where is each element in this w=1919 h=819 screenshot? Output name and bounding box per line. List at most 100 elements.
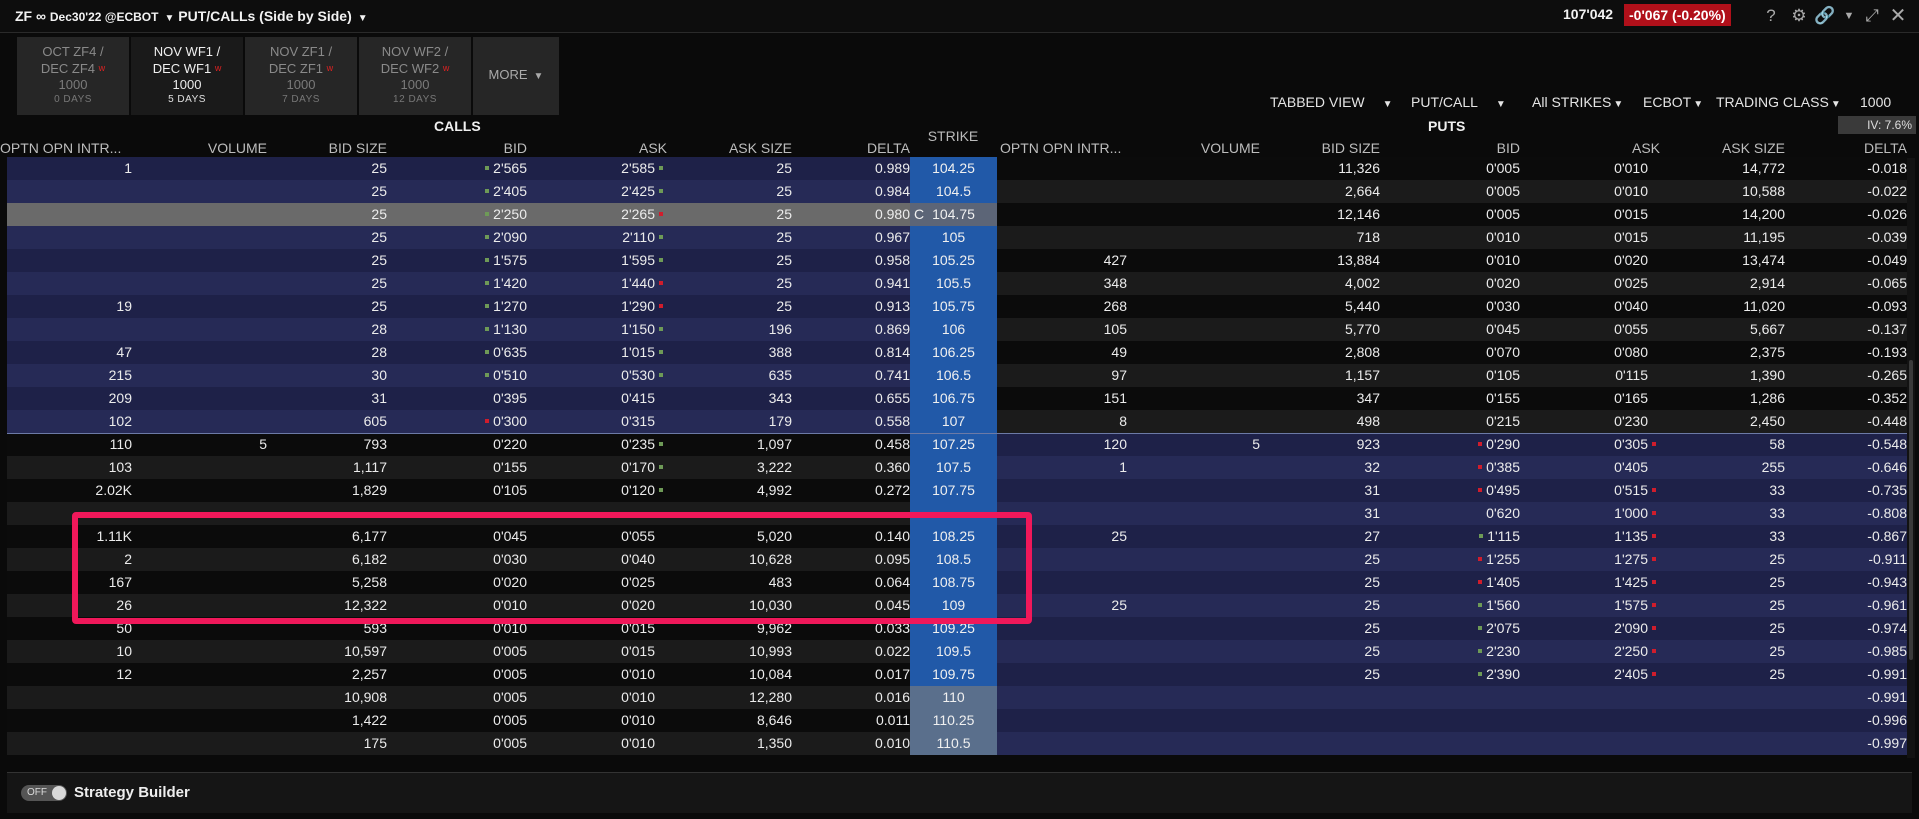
strike-cell[interactable]: 105 <box>910 226 997 249</box>
put-volume[interactable]: 5 <box>1120 433 1260 456</box>
put-open-interest[interactable]: 97 <box>1000 364 1127 387</box>
put-delta[interactable]: -0.039 <box>1800 226 1907 249</box>
put-ask-size[interactable]: 2,914 <box>1650 272 1785 295</box>
put-ask-size[interactable]: 25 <box>1650 617 1785 640</box>
table-row[interactable]: 102 605 0'300 0'315 179 0.558 8 498 0'215 0'230 2,… <box>7 410 1907 433</box>
call-delta[interactable]: 0.010 <box>807 732 910 755</box>
call-ask-size[interactable]: 3,222 <box>657 456 792 479</box>
strike-cell[interactable]: 106.5 <box>910 364 997 387</box>
call-delta[interactable]: 0.045 <box>807 594 910 617</box>
put-bid[interactable] <box>1380 732 1520 755</box>
put-ask-size[interactable]: 33 <box>1650 479 1785 502</box>
put-ask[interactable]: 0'020 <box>1520 249 1660 272</box>
put-ask[interactable]: 0'080 <box>1520 341 1660 364</box>
call-ask-size[interactable]: 10,030 <box>657 594 792 617</box>
call-ask-size[interactable]: 196 <box>657 318 792 341</box>
call-bid[interactable] <box>387 502 527 525</box>
table-row[interactable]: 19 25 1'270 1'290 25 0.913 268 5,440 0'030 0'040 1… <box>7 295 1907 318</box>
put-open-interest[interactable] <box>1000 617 1127 640</box>
table-row[interactable]: 10,908 0'005 0'010 12,280 0.016 -0.991 110 <box>7 686 1907 709</box>
put-ask[interactable]: 0'010 <box>1520 157 1660 180</box>
call-volume[interactable] <box>127 640 267 663</box>
call-bid[interactable]: 0'300 <box>387 410 527 433</box>
table-row[interactable]: 1 25 2'565 2'585 25 0.989 11,326 0'005 0'010 14,7… <box>7 157 1907 180</box>
contract-label[interactable]: Dec30'22 @ECBOT <box>50 10 159 24</box>
put-volume[interactable] <box>1120 686 1260 709</box>
call-volume[interactable] <box>127 203 267 226</box>
put-ask-size[interactable]: 11,195 <box>1650 226 1785 249</box>
call-volume[interactable] <box>127 548 267 571</box>
put-ask-size[interactable]: 58 <box>1650 433 1785 456</box>
put-ask-size[interactable]: 13,474 <box>1650 249 1785 272</box>
put-open-interest[interactable]: 151 <box>1000 387 1127 410</box>
call-bid-size[interactable]: 25 <box>257 249 387 272</box>
put-bid-size[interactable]: 27 <box>1250 525 1380 548</box>
call-ask[interactable]: 2'425 <box>527 180 667 203</box>
call-bid[interactable]: 1'575 <box>387 249 527 272</box>
put-bid-size[interactable]: 31 <box>1250 502 1380 525</box>
put-ask-size[interactable] <box>1650 686 1785 709</box>
call-bid[interactable]: 1'270 <box>387 295 527 318</box>
put-volume[interactable] <box>1120 318 1260 341</box>
put-ask[interactable] <box>1520 709 1660 732</box>
call-volume[interactable] <box>127 272 267 295</box>
call-ask[interactable]: 0'015 <box>527 640 667 663</box>
call-ask-size[interactable]: 25 <box>657 226 792 249</box>
call-bid[interactable]: 0'005 <box>387 686 527 709</box>
call-bid[interactable]: 0'010 <box>387 594 527 617</box>
call-ask[interactable]: 1'015 <box>527 341 667 364</box>
put-ask-size[interactable]: 2,375 <box>1650 341 1785 364</box>
put-bid[interactable]: 0'045 <box>1380 318 1520 341</box>
call-volume[interactable] <box>127 249 267 272</box>
call-bid[interactable]: 0'105 <box>387 479 527 502</box>
put-bid[interactable]: 1'255 <box>1380 548 1520 571</box>
call-bid-size[interactable]: 25 <box>257 203 387 226</box>
strike-cell[interactable]: 106 <box>910 318 997 341</box>
call-open-interest[interactable]: 215 <box>7 364 132 387</box>
put-bid-size[interactable]: 498 <box>1250 410 1380 433</box>
exchange-dropdown[interactable]: ECBOT ▼ <box>1643 94 1703 114</box>
put-volume[interactable] <box>1120 387 1260 410</box>
call-bid-size[interactable]: 1,422 <box>257 709 387 732</box>
put-bid-size[interactable]: 2,808 <box>1250 341 1380 364</box>
column-header[interactable]: VOLUME <box>1120 140 1260 158</box>
call-delta[interactable]: 0.011 <box>807 709 910 732</box>
tab-nov-zf1[interactable]: NOV ZF1 / DEC ZF1 w 1000 7 DAYS <box>245 37 357 115</box>
call-bid-size[interactable]: 793 <box>257 433 387 456</box>
put-bid-size[interactable]: 13,884 <box>1250 249 1380 272</box>
call-volume[interactable] <box>127 502 267 525</box>
put-ask[interactable]: 0'015 <box>1520 203 1660 226</box>
put-open-interest[interactable] <box>1000 663 1127 686</box>
strike-cell[interactable]: 104.5 <box>910 180 997 203</box>
put-ask-size[interactable]: 25 <box>1650 640 1785 663</box>
put-bid-size[interactable]: 1,157 <box>1250 364 1380 387</box>
put-open-interest[interactable] <box>1000 548 1127 571</box>
call-open-interest[interactable]: 1 <box>7 157 132 180</box>
call-bid-size[interactable] <box>257 502 387 525</box>
call-ask[interactable]: 0'020 <box>527 594 667 617</box>
call-ask-size[interactable]: 9,962 <box>657 617 792 640</box>
put-delta[interactable]: -0.548 <box>1800 433 1907 456</box>
put-ask-size[interactable]: 25 <box>1650 663 1785 686</box>
put-bid[interactable]: 2'390 <box>1380 663 1520 686</box>
put-delta[interactable]: -0.137 <box>1800 318 1907 341</box>
put-bid[interactable]: 2'075 <box>1380 617 1520 640</box>
call-ask[interactable]: 0'040 <box>527 548 667 571</box>
put-delta[interactable]: -0.448 <box>1800 410 1907 433</box>
put-volume[interactable] <box>1120 295 1260 318</box>
put-bid-size[interactable]: 25 <box>1250 663 1380 686</box>
put-bid[interactable]: 2'230 <box>1380 640 1520 663</box>
call-bid[interactable]: 0'395 <box>387 387 527 410</box>
call-delta[interactable]: 0.989 <box>807 157 910 180</box>
column-header[interactable]: VOLUME <box>127 140 267 158</box>
put-volume[interactable] <box>1120 640 1260 663</box>
put-bid[interactable]: 0'385 <box>1380 456 1520 479</box>
table-row[interactable]: 215 30 0'510 0'530 635 0.741 97 1,157 0'105 0'115… <box>7 364 1907 387</box>
table-row[interactable]: 10 10,597 0'005 0'015 10,993 0.022 25 2'230 2'25… <box>7 640 1907 663</box>
put-open-interest[interactable]: 25 <box>1000 594 1127 617</box>
strike-cell[interactable]: 105.5 <box>910 272 997 295</box>
call-open-interest[interactable] <box>7 318 132 341</box>
table-row[interactable]: 28 1'130 1'150 196 0.869 105 5,770 0'045 0'055 5,… <box>7 318 1907 341</box>
call-bid-size[interactable]: 31 <box>257 387 387 410</box>
put-open-interest[interactable]: 105 <box>1000 318 1127 341</box>
